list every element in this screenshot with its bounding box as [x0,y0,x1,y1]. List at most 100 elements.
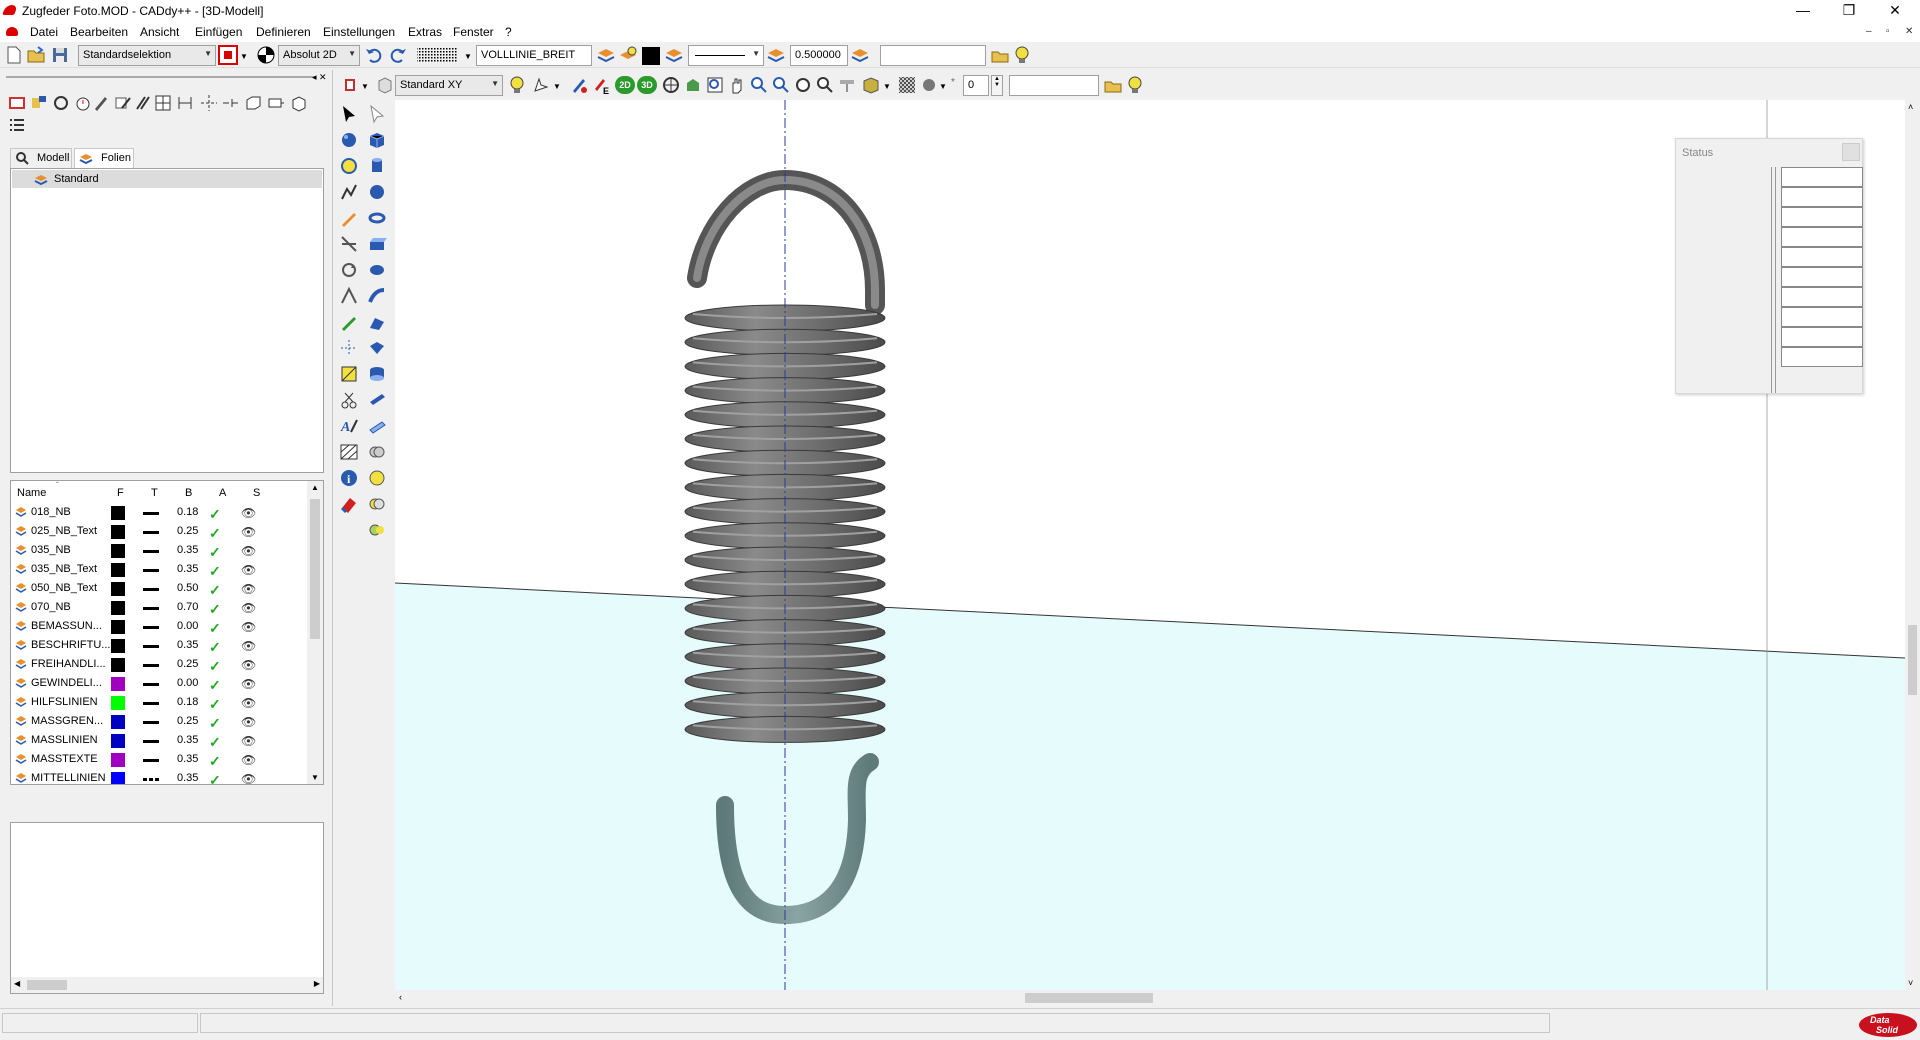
scroll-left-icon[interactable]: ‹ [399,992,402,1002]
layer-linetype-solid[interactable] [143,683,159,686]
layer-active-check-icon[interactable]: ✓ [209,715,221,732]
layer-folder-icon[interactable] [30,94,48,112]
zoom-window-icon[interactable] [705,75,725,95]
layer-active-check-icon[interactable]: ✓ [209,658,221,675]
layer-linetype-solid[interactable] [143,512,159,515]
coordinate-mode-select[interactable]: Absolut 2D ▼ [278,45,360,66]
status-close-button[interactable] [1842,143,1860,161]
layer-visible-eye-icon[interactable]: 👁 [241,772,256,784]
layer-linetype-solid[interactable] [143,721,159,724]
tube-icon[interactable] [367,416,387,436]
open-folder-icon[interactable] [26,45,46,65]
coordinate-origin-icon[interactable] [256,45,276,65]
sphere-icon[interactable] [367,182,387,202]
sphere-render-icon[interactable] [919,75,939,95]
section-view-icon[interactable] [837,75,857,95]
model-settings-icon[interactable] [341,75,361,95]
sweep-icon[interactable] [367,286,387,306]
scroll-down-icon[interactable]: ˅ [1908,978,1913,988]
mode-3d-button[interactable]: 3D [637,76,657,94]
scissors-icon[interactable] [339,390,359,410]
folder-search-icon[interactable] [990,45,1010,65]
layer-active-check-icon[interactable]: ✓ [209,582,221,599]
layer-row[interactable]: 070_NB 0.70 ✓ 👁 [11,598,307,617]
chevron-down-icon[interactable]: ▼ [939,82,947,91]
layer-visible-eye-icon[interactable]: 👁 [241,525,256,539]
pen-color-icon[interactable] [569,75,589,95]
shading-cube-icon[interactable] [861,75,881,95]
scroll-down-icon[interactable]: ▼ [311,773,319,782]
layer-color-swatch[interactable] [111,525,125,539]
scroll-right-icon[interactable]: ▶ [314,979,320,988]
view-cube-icon[interactable] [375,75,395,95]
layer-linetype-solid[interactable] [143,550,159,553]
layer-color-swatch[interactable] [111,582,125,596]
layer-visible-eye-icon[interactable]: 👁 [241,544,256,558]
layer-row[interactable]: 018_NB 0.18 ✓ 👁 [11,503,307,522]
status-splitter[interactable] [1772,167,1776,393]
mode-2d-button[interactable]: 2D [615,76,635,94]
trim-icon[interactable] [339,234,359,254]
layer-color-swatch[interactable] [111,620,125,634]
chevron-down-icon[interactable]: ▼ [553,82,561,91]
layer-visible-eye-icon[interactable]: 👁 [241,715,256,729]
edit-pencil-icon[interactable] [114,94,132,112]
zoom-previous-icon[interactable] [815,75,835,95]
canvas-vscrollbar[interactable]: ˄ ˅ [1905,100,1920,990]
zoom-out-icon[interactable] [771,75,791,95]
panel-grip[interactable] [6,76,316,78]
selection-filter-icon[interactable] [218,45,238,65]
layer-color-swatch[interactable] [111,696,125,710]
hatch-area-icon[interactable] [339,442,359,462]
chevron-down-icon[interactable]: ▼ [361,82,369,91]
save-icon[interactable] [50,45,70,65]
layer-color-swatch[interactable] [111,506,125,520]
revolve-icon[interactable] [367,260,387,280]
layer-visible-eye-icon[interactable]: 👁 [241,639,256,653]
layer-visible-eye-icon[interactable]: 👁 [241,620,256,634]
view-plane-select[interactable]: Standard XY ▼ [395,75,503,96]
layer-visible-eye-icon[interactable]: 👁 [241,601,256,615]
chevron-down-icon[interactable]: ▼ [240,52,248,61]
dash-line-icon[interactable] [222,94,240,112]
layer-visible-eye-icon[interactable]: 👁 [241,563,256,577]
layer-active-check-icon[interactable]: ✓ [209,525,221,542]
green-sphere-icon[interactable] [367,520,387,540]
document-icon[interactable] [6,27,18,36]
layer-active-check-icon[interactable]: ✓ [209,753,221,770]
select-arrow-icon[interactable] [339,104,359,124]
line-style-select[interactable]: ▼ [688,45,764,66]
box-outline-icon[interactable] [244,94,262,112]
chevron-down-icon[interactable]: ▼ [464,52,472,61]
scrollbar-thumb[interactable] [310,499,320,639]
layer-row[interactable]: FREIHANDLI... 0.25 ✓ 👁 [11,655,307,674]
selection-mode-select[interactable]: Standardselektion ▼ [78,45,216,66]
layer-visible-eye-icon[interactable]: 👁 [241,677,256,691]
extrude-icon[interactable] [367,234,387,254]
cube-blue-icon[interactable] [367,130,387,150]
menu-einstellungen[interactable]: Einstellungen [323,25,395,39]
layer-linetype-solid[interactable] [143,569,159,572]
text-icon[interactable]: A [339,416,359,436]
layer-color-swatch[interactable] [111,658,125,672]
restore-button[interactable]: ❐ [1826,0,1872,22]
column-header-name[interactable]: Name [17,487,46,499]
layers-icon[interactable] [850,45,870,65]
cylinder-outline-icon[interactable] [266,94,284,112]
layer-active-check-icon[interactable]: ✓ [209,544,221,561]
layer-linetype-solid[interactable] [143,702,159,705]
layer-linetype-solid[interactable] [143,664,159,667]
folder-search-icon[interactable] [1103,75,1123,95]
cursor-snap-icon[interactable] [531,75,551,95]
tab-folien[interactable]: Folien [74,148,134,168]
layer-table-scrollbar[interactable]: ▲ ▼ [307,481,323,784]
new-file-icon[interactable] [4,45,24,65]
folie-item-standard[interactable]: Standard [12,170,322,188]
layer-active-check-icon[interactable]: ✓ [209,563,221,580]
green-pencil-icon[interactable] [339,312,359,332]
column-header-a[interactable]: A [219,487,226,499]
layer-linetype-solid[interactable] [143,607,159,610]
menu-definieren[interactable]: Definieren [256,25,311,39]
loft-icon[interactable] [367,312,387,332]
layer-active-check-icon[interactable]: ✓ [209,601,221,618]
